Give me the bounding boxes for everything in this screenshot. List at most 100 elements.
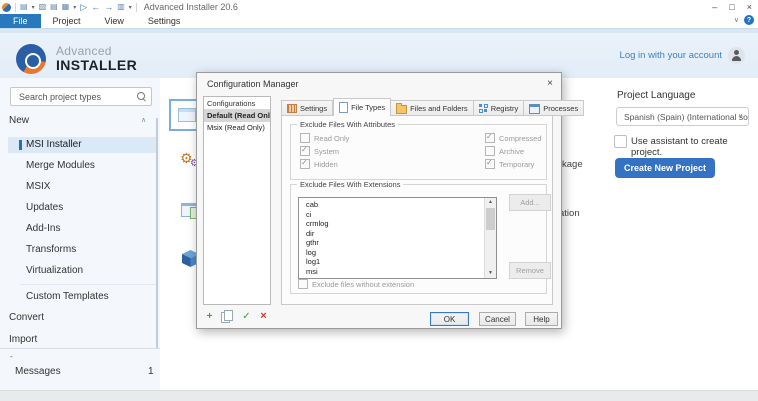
dialog-close-icon[interactable]: × <box>547 78 553 89</box>
sidebar-item-merge-modules[interactable]: Merge Modules <box>8 158 157 174</box>
file-types-page-icon <box>339 102 349 113</box>
group-title: Exclude Files With Extensions <box>297 180 404 189</box>
divider <box>20 284 156 285</box>
sidebar-scrollbar[interactable] <box>156 118 158 348</box>
sidebar-item-transforms[interactable]: Transforms <box>8 242 157 258</box>
remove-extension-button[interactable]: Remove <box>509 262 551 279</box>
messages-item[interactable]: Messages <box>15 366 61 377</box>
sidebar-section-convert[interactable]: Convert <box>9 312 44 323</box>
save-icon[interactable]: ▤ <box>20 2 28 12</box>
chevron-down-icon: ∨ <box>737 113 743 120</box>
checkbox-system[interactable]: System <box>300 145 339 156</box>
checkbox-icon <box>300 133 310 143</box>
build-icon[interactable]: ▨ <box>39 2 47 12</box>
sidebar-item-virtualization[interactable]: Virtualization <box>8 263 157 279</box>
sidebar-item-msix[interactable]: MSIX <box>8 179 157 195</box>
tools-icon[interactable]: ▦ <box>62 2 70 12</box>
extension-row[interactable]: ci <box>299 210 485 220</box>
tab-view[interactable]: View <box>93 14 136 28</box>
quick-access-toolbar: ▤ ▾ ▨ ▤ ▦ ▾ ▷ ← → ▥ ▾ Advanced Installer… <box>2 0 238 14</box>
sidebar-item-updates[interactable]: Updates <box>8 200 157 216</box>
project-language-select[interactable]: Spanish (Spain) (International so ∨ <box>616 107 749 126</box>
login-link[interactable]: Log in with your account <box>620 50 722 61</box>
tab-registry[interactable]: Registry <box>473 100 525 116</box>
listbox-scrollbar[interactable]: ▲ ▼ <box>484 198 496 278</box>
configurations-header: Configurations <box>204 97 270 110</box>
brand-name-top: Advanced <box>56 44 112 58</box>
checkbox-compressed[interactable]: Compressed <box>485 132 542 143</box>
sidebar-item-label: Transforms <box>26 244 77 255</box>
search-input[interactable]: Search project types <box>10 87 152 106</box>
project-language-label: Project Language <box>617 90 696 101</box>
configuration-row-msix[interactable]: Msix (Read Only) <box>204 122 270 134</box>
cancel-button[interactable]: Cancel <box>479 312 516 326</box>
toolbar-options-caret-icon[interactable]: ▾ <box>129 4 132 11</box>
checkbox-hidden[interactable]: Hidden <box>300 158 338 169</box>
back-icon[interactable]: ← <box>91 2 100 12</box>
apply-configuration-icon[interactable]: ✓ <box>239 310 254 323</box>
sidebar-item-add-ins[interactable]: Add-Ins <box>8 221 157 237</box>
collapse-dash[interactable]: - <box>10 352 13 361</box>
ribbon-help-group: ∨ ? <box>734 15 754 25</box>
sidebar-section-import[interactable]: Import <box>9 334 37 345</box>
checkbox-icon <box>485 158 495 169</box>
run-icon[interactable]: ▷ <box>80 2 87 12</box>
save-all-icon[interactable]: ▤ <box>50 2 58 12</box>
extension-row[interactable]: crmlog <box>299 219 485 229</box>
save-caret-icon[interactable]: ▾ <box>32 4 35 11</box>
sidebar-item-label: Add-Ins <box>26 223 61 234</box>
ok-button[interactable]: OK <box>430 312 469 326</box>
configuration-row-default[interactable]: Default (Read Only) <box>204 110 270 122</box>
use-assistant-checkbox[interactable] <box>614 135 627 148</box>
extension-row[interactable]: log <box>299 248 485 258</box>
scrollbar-thumb[interactable] <box>486 208 495 230</box>
maximize-button[interactable]: □ <box>729 2 734 12</box>
forward-icon[interactable]: → <box>104 2 113 12</box>
tab-settings[interactable]: Settings <box>281 100 334 116</box>
advanced-installer-logo-icon <box>16 44 46 74</box>
tab-project[interactable]: Project <box>41 14 93 28</box>
tab-file-types[interactable]: File Types <box>333 98 392 116</box>
checkbox-icon <box>300 145 310 156</box>
tools-caret-icon[interactable]: ▾ <box>73 4 76 11</box>
extension-row[interactable]: dir <box>299 229 485 239</box>
minimize-button[interactable]: – <box>712 2 717 12</box>
publish-icon[interactable]: ▥ <box>117 2 125 12</box>
extension-row[interactable]: msi <box>299 267 485 277</box>
checkbox-archive[interactable]: Archive <box>485 146 524 156</box>
extension-row[interactable]: log1 <box>299 257 485 267</box>
delete-configuration-icon[interactable]: × <box>256 310 271 323</box>
chevron-up-icon[interactable]: ∧ <box>141 116 146 124</box>
checkbox-no-extension[interactable]: Exclude files without extension <box>298 279 414 289</box>
tab-file[interactable]: File <box>0 14 41 28</box>
scroll-down-icon[interactable]: ▼ <box>485 269 496 278</box>
truncated-label-fragment: kage <box>562 159 583 170</box>
extension-row[interactable]: gthr <box>299 238 485 248</box>
sidebar-item-label: Custom Templates <box>26 291 109 302</box>
help-icon[interactable]: ? <box>744 15 754 25</box>
add-configuration-icon[interactable]: + <box>202 310 217 323</box>
checkbox-temporary[interactable]: Temporary <box>485 158 534 169</box>
truncated-label-fragment: ation <box>559 208 580 219</box>
account-avatar-icon[interactable] <box>728 47 745 64</box>
sidebar-item-msi-installer[interactable]: MSI Installer <box>8 137 157 153</box>
scroll-up-icon[interactable]: ▲ <box>485 198 496 207</box>
extensions-listbox[interactable]: cab ci crmlog dir gthr log log1 msi ▲ ▼ <box>298 197 497 279</box>
tab-settings[interactable]: Settings <box>136 14 193 28</box>
checkbox-read-only[interactable]: Read Only <box>300 133 349 143</box>
window-controls: – □ × <box>712 0 752 14</box>
add-extension-button[interactable]: Add... <box>509 194 551 211</box>
close-button[interactable]: × <box>747 2 752 12</box>
extension-row[interactable]: cab <box>299 200 485 210</box>
checkbox-icon <box>300 158 310 169</box>
sidebar-item-custom-templates[interactable]: Custom Templates <box>8 289 157 305</box>
create-new-project-button[interactable]: Create New Project <box>615 158 716 178</box>
use-assistant-label: Use assistant to create project. <box>631 136 728 158</box>
tab-label: Processes <box>543 103 579 113</box>
duplicate-configuration-icon[interactable] <box>221 310 233 323</box>
tab-files-and-folders[interactable]: Files and Folders <box>391 100 474 116</box>
collapse-ribbon-icon[interactable]: ∨ <box>734 16 739 24</box>
tab-processes[interactable]: Processes <box>524 100 585 116</box>
help-button[interactable]: Help <box>525 312 558 326</box>
sidebar-section-new[interactable]: New <box>9 115 29 126</box>
